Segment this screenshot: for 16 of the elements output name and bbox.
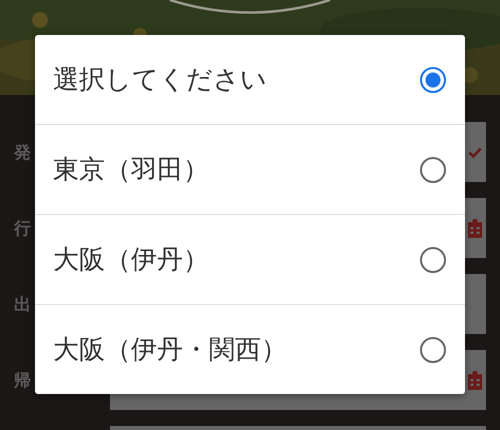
calendar-icon: [468, 218, 482, 238]
radio-button[interactable]: [420, 156, 446, 182]
check-icon: [468, 146, 482, 158]
field-label: 発: [14, 142, 31, 164]
radio-button[interactable]: [420, 336, 446, 362]
option-label[interactable]: 大阪（伊丹）: [53, 242, 209, 277]
input-field[interactable]: [110, 426, 486, 430]
calendar-icon: [468, 370, 482, 390]
radio-button[interactable]: [420, 66, 446, 92]
option-label[interactable]: 東京（羽田）: [53, 152, 209, 187]
option-label[interactable]: 大阪（伊丹・関西）: [53, 332, 287, 367]
field-label: 出: [14, 294, 31, 316]
field-label: 行: [14, 218, 31, 240]
field-label: 帰: [14, 370, 31, 392]
option-label[interactable]: 選択してください: [53, 62, 267, 97]
radio-button[interactable]: [420, 246, 446, 272]
